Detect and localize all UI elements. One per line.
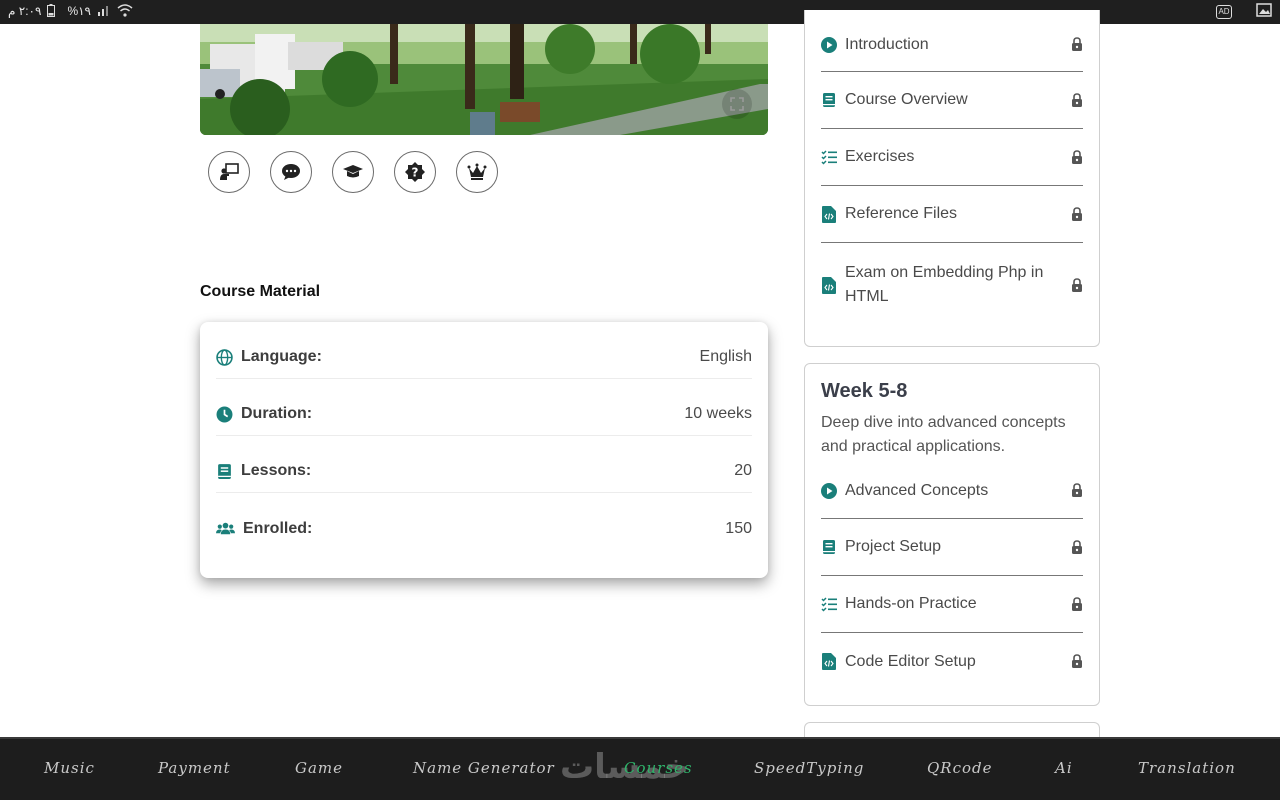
- info-value: 150: [725, 519, 752, 537]
- help-icon: ?: [405, 162, 425, 182]
- lesson-item[interactable]: Hands-on Practice: [821, 576, 1083, 633]
- nav-item-qrcode[interactable]: QRcode: [927, 759, 993, 777]
- info-label: Duration:: [241, 405, 313, 422]
- info-label: Lessons:: [241, 462, 312, 479]
- lock-icon: [1072, 539, 1082, 554]
- play-icon: [821, 482, 837, 499]
- info-label: Enrolled:: [243, 519, 313, 537]
- info-value: 20: [734, 462, 752, 479]
- info-row-lessons: Lessons: 20: [216, 436, 752, 493]
- battery-icon: [47, 4, 61, 18]
- lesson-item[interactable]: Reference Files: [821, 186, 1083, 243]
- lock-icon: [1072, 654, 1082, 668]
- info-label: Language:: [241, 348, 322, 365]
- nav-item-name-generator[interactable]: Name Generator: [413, 759, 555, 777]
- lesson-item[interactable]: Code Editor Setup: [821, 633, 1083, 690]
- book-icon: [218, 463, 231, 479]
- course-video[interactable]: [200, 24, 768, 135]
- graduation-button[interactable]: [332, 151, 374, 193]
- wifi-icon: [117, 4, 133, 18]
- lesson-item[interactable]: Project Setup: [821, 519, 1083, 576]
- lesson-label: Course Overview: [845, 91, 968, 108]
- svg-text:?: ?: [412, 166, 419, 180]
- help-button[interactable]: ?: [394, 151, 436, 193]
- lock-icon: [1072, 149, 1082, 164]
- info-row-enrolled: Enrolled: 150: [216, 493, 752, 550]
- nav-item-music[interactable]: Music: [44, 759, 95, 777]
- course-material-title: Course Material: [200, 283, 321, 300]
- course-material-card: Language: English Duration: 10 weeks Les…: [200, 322, 768, 578]
- nav-item-speedtyping[interactable]: SpeedTyping: [754, 759, 864, 777]
- book-icon: [823, 93, 835, 107]
- lock-icon: [1072, 37, 1082, 51]
- globe-icon: [216, 348, 233, 366]
- code-file-icon: [822, 276, 836, 294]
- signal-icon: [97, 4, 111, 18]
- clock-icon: [216, 406, 233, 422]
- code-file-icon: [822, 205, 836, 223]
- lesson-label: Exam on Embedding Php in HTML: [845, 264, 1044, 305]
- nav-item-payment[interactable]: Payment: [158, 759, 231, 777]
- lesson-label: Exercises: [845, 148, 915, 165]
- lesson-item[interactable]: Advanced Concepts: [821, 471, 1083, 519]
- lesson-label: Advanced Concepts: [845, 481, 989, 499]
- lesson-label: Introduction: [845, 35, 929, 53]
- nav-item-courses[interactable]: Courses: [624, 759, 693, 777]
- lock-icon: [1072, 277, 1082, 292]
- week-title: Week 5-8: [821, 380, 908, 402]
- week-panel-1: Introduction Course Overview Exercises R…: [804, 10, 1100, 347]
- info-row-language: Language: English: [216, 322, 752, 379]
- chat-button[interactable]: [270, 151, 312, 193]
- lock-icon: [1072, 596, 1082, 611]
- code-file-icon: [822, 653, 836, 670]
- video-thumbnail: [200, 24, 768, 135]
- week-panel-2: Week 5-8 Deep dive into advanced concept…: [804, 363, 1100, 706]
- graduation-cap-icon: [343, 165, 363, 178]
- bottom-nav: خمسات Music Payment Game Name Generator …: [0, 737, 1280, 800]
- book-icon: [823, 540, 835, 554]
- crown-icon: [467, 163, 487, 180]
- info-row-duration: Duration: 10 weeks: [216, 379, 752, 436]
- battery-percent: %١٩: [67, 4, 91, 18]
- nav-item-translation[interactable]: Translation: [1138, 759, 1236, 777]
- chat-icon: [282, 164, 300, 180]
- expand-icon: [730, 97, 744, 111]
- fullscreen-button[interactable]: [722, 89, 752, 119]
- lesson-item[interactable]: Exam on Embedding Php in HTML: [821, 243, 1083, 327]
- teacher-button[interactable]: [208, 151, 250, 193]
- lesson-item[interactable]: Course Overview: [821, 72, 1083, 129]
- checklist-icon: [821, 597, 837, 612]
- play-icon: [821, 36, 837, 53]
- checklist-icon: [821, 150, 837, 165]
- teacher-icon: [220, 163, 239, 180]
- users-icon: [216, 522, 235, 535]
- lock-icon: [1072, 92, 1082, 107]
- image-icon: [1256, 3, 1272, 20]
- nav-item-ai[interactable]: Ai: [1055, 759, 1073, 777]
- premium-button[interactable]: [456, 151, 498, 193]
- lesson-label: Hands-on Practice: [845, 595, 977, 612]
- info-value: 10 weeks: [684, 405, 752, 422]
- course-action-bar: ?: [208, 151, 498, 193]
- info-value: English: [699, 348, 752, 365]
- lesson-label: Project Setup: [845, 538, 942, 555]
- lesson-item[interactable]: Exercises: [821, 129, 1083, 186]
- lock-icon: [1072, 483, 1082, 497]
- lock-icon: [1072, 206, 1082, 221]
- week-description: Deep dive into advanced concepts and pra…: [821, 414, 1066, 455]
- nav-item-game[interactable]: Game: [295, 759, 343, 777]
- ad-icon: AD: [1216, 4, 1232, 19]
- lesson-label: Reference Files: [845, 205, 958, 222]
- lesson-item[interactable]: Introduction: [821, 26, 1083, 72]
- lesson-label: Code Editor Setup: [845, 652, 976, 670]
- status-time: ٢:٠٩ م: [8, 4, 42, 18]
